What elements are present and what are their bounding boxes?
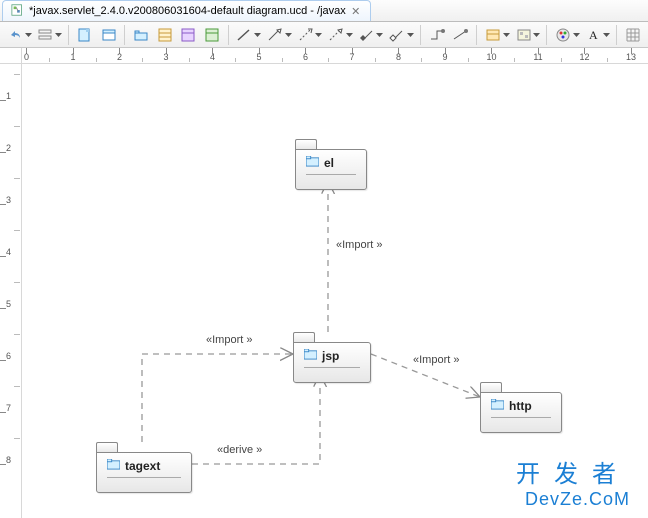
editor-tab[interactable]: *javax.servlet_2.4.0.v200806031604-defau… (2, 0, 371, 21)
folder-icon (491, 399, 504, 413)
toolbar: A (0, 22, 648, 48)
realize-dropdown[interactable] (346, 33, 353, 37)
diagram-canvas[interactable]: «Import » «Import » «Import » «derive » … (22, 64, 648, 518)
folder-icon (306, 156, 319, 170)
relation-label-import[interactable]: «Import » (413, 354, 459, 366)
new-frame-button[interactable] (98, 24, 120, 46)
tab-bar: *javax.servlet_2.4.0.v200806031604-defau… (0, 0, 648, 22)
svg-text:A: A (589, 28, 598, 42)
show-hide-dropdown[interactable] (503, 33, 510, 37)
separator (546, 25, 547, 45)
package-name: el (324, 156, 334, 170)
interface-button[interactable] (177, 24, 199, 46)
relation-label-derive[interactable]: «derive » (217, 444, 262, 456)
compose-dropdown[interactable] (376, 33, 383, 37)
enum-button[interactable] (201, 24, 223, 46)
class-button[interactable] (154, 24, 176, 46)
watermark: 开发者 DevZe.CoM (516, 454, 630, 510)
text-dropdown[interactable] (603, 33, 610, 37)
grid-button[interactable] (622, 24, 644, 46)
depend-button[interactable] (295, 24, 317, 46)
ruler-corner (0, 48, 22, 64)
horizontal-ruler: 012345678910111213 (22, 48, 648, 64)
tab-close-icon[interactable]: ✕ (350, 5, 362, 17)
folder-icon (304, 349, 317, 363)
layout-dropdown[interactable] (533, 33, 540, 37)
folder-icon (107, 459, 120, 473)
depend-dropdown[interactable] (315, 33, 322, 37)
new-note-button[interactable] (74, 24, 96, 46)
watermark-line1: 开发者 (516, 454, 630, 489)
extend-button[interactable] (264, 24, 286, 46)
color-button[interactable] (552, 24, 574, 46)
scale-dropdown[interactable] (55, 33, 62, 37)
diagram-file-icon (11, 3, 25, 20)
show-hide-button[interactable] (482, 24, 504, 46)
relation-label-import[interactable]: «Import » (336, 239, 382, 251)
layout-button[interactable] (513, 24, 535, 46)
separator (476, 25, 477, 45)
aggregate-button[interactable] (386, 24, 408, 46)
watermark-line2: DevZe.CoM (516, 489, 630, 510)
vertical-ruler: 12345678 (0, 64, 22, 518)
package-jsp[interactable]: jsp (293, 332, 371, 383)
undo-button[interactable] (4, 24, 26, 46)
work-area: 012345678910111213 12345678 «Import » «I… (0, 48, 648, 518)
assoc-button[interactable] (234, 24, 256, 46)
package-name: tagext (125, 459, 160, 473)
text-button[interactable]: A (583, 24, 605, 46)
scale-button[interactable] (35, 24, 57, 46)
package-name: http (509, 399, 532, 413)
separator (616, 25, 617, 45)
extend-dropdown[interactable] (285, 33, 292, 37)
package-http[interactable]: http (480, 382, 562, 433)
separator (124, 25, 125, 45)
separator (68, 25, 69, 45)
color-dropdown[interactable] (573, 33, 580, 37)
separator (420, 25, 421, 45)
separator (228, 25, 229, 45)
aggregate-dropdown[interactable] (407, 33, 414, 37)
router-direct-button[interactable] (450, 24, 472, 46)
assoc-dropdown[interactable] (254, 33, 261, 37)
tab-title: *javax.servlet_2.4.0.v200806031604-defau… (29, 5, 346, 17)
package-el[interactable]: el (295, 139, 367, 190)
package-name: jsp (322, 349, 339, 363)
package-button[interactable] (130, 24, 152, 46)
realize-button[interactable] (325, 24, 347, 46)
router-bend-button[interactable] (426, 24, 448, 46)
undo-dropdown[interactable] (25, 33, 32, 37)
relation-label-import[interactable]: «Import » (206, 334, 252, 346)
compose-button[interactable] (356, 24, 378, 46)
package-tagext[interactable]: tagext (96, 442, 192, 493)
